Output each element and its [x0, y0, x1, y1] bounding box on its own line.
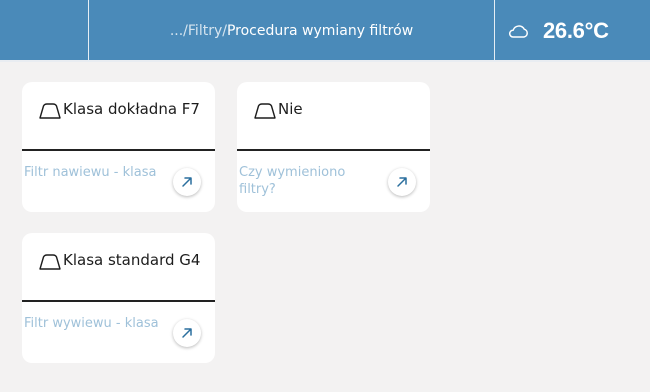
temperature-value: 26.6°C — [543, 18, 609, 43]
arrow-up-right-icon — [397, 177, 407, 187]
filter-shape-icon — [39, 103, 61, 119]
arrow-up-right-icon — [182, 177, 192, 187]
weather-widget: 26.6°C — [495, 0, 650, 62]
card-value: Nie — [278, 100, 303, 118]
open-button[interactable] — [173, 319, 201, 347]
breadcrumb: .../Filtry/Procedura wymiany filtrów — [89, 0, 494, 62]
breadcrumb-parent[interactable]: .../Filtry/ — [170, 23, 227, 39]
open-button[interactable] — [388, 168, 416, 196]
card-label: Czy wymieniono filtry? — [239, 165, 346, 197]
filter-card-replaced[interactable]: Nie Czy wymieniono filtry? — [237, 82, 430, 212]
card-label: Filtr wywiewu - klasa — [24, 316, 159, 331]
filter-shape-icon — [254, 103, 276, 119]
arrow-up-right-icon — [182, 328, 192, 338]
card-value: Klasa dokładna F7 — [63, 100, 200, 118]
card-value-row: Klasa dokładna F7 — [22, 82, 215, 150]
open-button[interactable] — [173, 168, 201, 196]
filter-shape-icon — [39, 254, 61, 270]
top-bar: .../Filtry/Procedura wymiany filtrów 26.… — [0, 0, 650, 62]
filter-card-supply-class[interactable]: Klasa dokładna F7 Filtr nawiewu - klasa — [22, 82, 215, 212]
card-divider — [22, 149, 215, 151]
card-value-row: Nie — [237, 82, 430, 150]
breadcrumb-current: Procedura wymiany filtrów — [226, 23, 414, 39]
cloud-icon — [509, 25, 528, 38]
card-divider — [237, 149, 430, 151]
card-value-row: Klasa standard G4 — [22, 233, 215, 301]
card-value: Klasa standard G4 — [63, 251, 201, 269]
filter-card-exhaust-class[interactable]: Klasa standard G4 Filtr wywiewu - klasa — [22, 233, 215, 363]
card-label: Filtr nawiewu - klasa — [24, 165, 157, 180]
card-divider — [22, 300, 215, 302]
